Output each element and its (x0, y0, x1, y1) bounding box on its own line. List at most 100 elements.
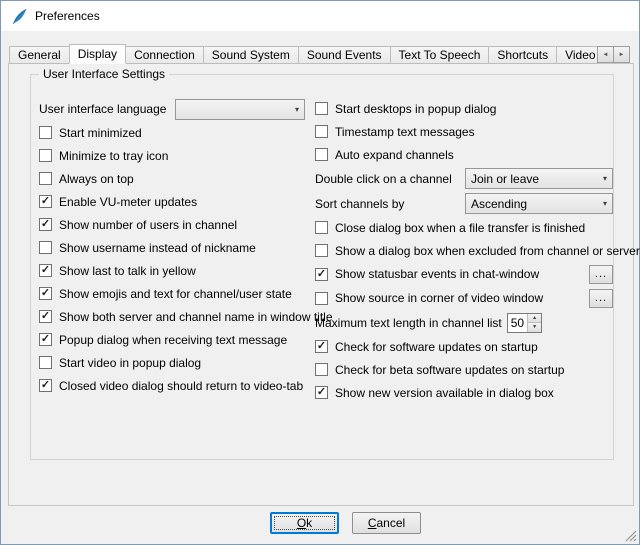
language-combobox[interactable]: ▾ (175, 99, 305, 120)
sort-channels-combobox[interactable]: Ascending ▾ (465, 193, 613, 214)
checkbox-label: Minimize to tray icon (59, 149, 168, 163)
app-feather-icon (11, 8, 28, 25)
tab-label: Display (78, 47, 117, 61)
cancel-button[interactable]: Cancel (352, 512, 421, 534)
spinbox-value[interactable]: 50 (508, 314, 527, 332)
combobox-value: Ascending (471, 197, 527, 211)
checkbox-video-return-tab[interactable]: ✓Closed video dialog should return to vi… (39, 374, 305, 397)
checkbox-label: Close dialog box when a file transfer is… (335, 221, 585, 235)
chevron-down-icon: ▾ (289, 105, 299, 114)
tab-general[interactable]: General (9, 46, 70, 64)
checkbox-box: ✓ (39, 264, 52, 277)
checkbox-box (39, 356, 52, 369)
spin-down-button[interactable]: ▼ (528, 322, 541, 332)
checkbox-statusbar-events[interactable]: ✓ Show statusbar events in chat-window .… (315, 262, 613, 286)
ok-button-label: Ok (297, 516, 312, 530)
sort-channels-row: Sort channels by Ascending ▾ (315, 191, 613, 216)
checkbox-emojis-text-state[interactable]: ✓ Show emojis and text for channel/user s… (39, 282, 305, 305)
tab-label: Text To Speech (399, 48, 481, 62)
checkbox-label: Show emojis and text for channel/user st… (59, 287, 292, 301)
checkbox-video-popup-dialog[interactable]: Start video in popup dialog (39, 351, 305, 374)
resize-grip[interactable] (624, 529, 637, 542)
tab-scroll-right-button[interactable]: ► (613, 46, 630, 63)
ok-button[interactable]: Ok (270, 512, 339, 534)
tab-label: Shortcuts (497, 48, 548, 62)
checkbox-last-to-talk-yellow[interactable]: ✓ Show last to talk in yellow (39, 259, 305, 282)
checkbox-vu-meter-updates[interactable]: ✓Enable VU-meter updates (39, 190, 305, 213)
checkbox-label: Start video in popup dialog (59, 356, 201, 370)
max-text-length-spinbox[interactable]: 50 ▲ ▼ (507, 313, 542, 333)
checkbox-show-new-version-dialog[interactable]: ✓Show new version available in dialog bo… (315, 381, 613, 404)
checkbox-box: ✓ (39, 287, 52, 300)
checkbox-always-on-top[interactable]: Always on top (39, 167, 305, 190)
checkbox-box: ✓ (315, 340, 328, 353)
left-column: User interface language ▾ Start minimize… (39, 97, 305, 397)
checkbox-box: ✓ (39, 218, 52, 231)
ellipsis-label: ... (595, 293, 607, 304)
checkbox-show-user-count[interactable]: ✓ Show number of users in channel (39, 213, 305, 236)
checkbox-label: Show a dialog box when excluded from cha… (335, 244, 640, 258)
checkbox-timestamp-messages[interactable]: Timestamp text messages (315, 120, 613, 143)
tab-connection[interactable]: Connection (125, 46, 204, 64)
checkbox-server-channel-in-title[interactable]: ✓Show both server and channel name in wi… (39, 305, 305, 328)
checkbox-username-instead-nickname[interactable]: Show username instead of nickname (39, 236, 305, 259)
checkbox-box: ✓ (39, 195, 52, 208)
tab-scroll-left-button[interactable]: ◄ (597, 46, 614, 63)
checkbox-box (39, 172, 52, 185)
language-label: User interface language (39, 102, 166, 116)
checkbox-box: ✓ (39, 379, 52, 392)
tab-video[interactable]: Video (556, 46, 599, 64)
checkbox-box (39, 126, 52, 139)
checkbox-box: ✓ (315, 386, 328, 399)
checkbox-box (315, 244, 328, 257)
chevron-down-icon: ▾ (597, 174, 607, 183)
max-text-length-row: Maximum text length in channel list 50 ▲… (315, 310, 613, 335)
checkbox-start-minimized[interactable]: Start minimized (39, 121, 305, 144)
user-interface-settings-group: User Interface Settings User interface l… (30, 74, 614, 460)
spinbox-buttons: ▲ ▼ (527, 314, 541, 332)
group-title: User Interface Settings (39, 67, 169, 81)
checkbox-label: Check for beta software updates on start… (335, 363, 564, 377)
sort-channels-label: Sort channels by (315, 197, 404, 211)
tab-scroll-control: ◄ ► (598, 46, 632, 63)
tab-text-to-speech[interactable]: Text To Speech (390, 46, 490, 64)
chevron-down-icon: ▾ (597, 199, 607, 208)
title-bar[interactable]: Preferences (1, 1, 639, 31)
checkbox-label: Show source in corner of video window (335, 291, 543, 305)
arrow-left-icon: ◄ (603, 52, 609, 58)
video-source-more-button[interactable]: ... (589, 289, 613, 308)
checkbox-check-updates[interactable]: ✓Check for software updates on startup (315, 335, 613, 358)
display-tab-pane: User Interface Settings User interface l… (8, 63, 634, 506)
cancel-button-label: Cancel (368, 516, 405, 530)
checkbox-check-beta-updates[interactable]: Check for beta software updates on start… (315, 358, 613, 381)
ellipsis-label: ... (595, 269, 607, 280)
checkbox-box (315, 125, 328, 138)
tab-label: Sound Events (307, 48, 382, 62)
tab-sound-system[interactable]: Sound System (203, 46, 299, 64)
language-row: User interface language ▾ (39, 97, 305, 121)
statusbar-events-more-button[interactable]: ... (589, 265, 613, 284)
tab-shortcuts[interactable]: Shortcuts (488, 46, 557, 64)
tab-display[interactable]: Display (69, 44, 126, 64)
checkbox-dialog-when-excluded[interactable]: Show a dialog box when excluded from cha… (315, 239, 613, 262)
tab-sound-events[interactable]: Sound Events (298, 46, 391, 64)
double-click-channel-combobox[interactable]: Join or leave ▾ (465, 168, 613, 189)
checkbox-auto-expand-channels[interactable]: Auto expand channels (315, 143, 613, 166)
combobox-value: Join or leave (471, 172, 539, 186)
checkbox-box (315, 221, 328, 234)
checkbox-label: Show number of users in channel (59, 218, 237, 232)
checkbox-video-source-corner[interactable]: Show source in corner of video window ..… (315, 286, 613, 310)
tab-label: General (18, 48, 61, 62)
checkbox-label: Show statusbar events in chat-window (335, 267, 539, 281)
checkbox-label: Show last to talk in yellow (59, 264, 196, 278)
arrow-right-icon: ► (619, 52, 625, 58)
checkbox-label: Start desktops in popup dialog (335, 102, 496, 116)
checkbox-popup-text-message[interactable]: ✓Popup dialog when receiving text messag… (39, 328, 305, 351)
caret-down-icon: ▼ (532, 324, 537, 330)
right-column: Start desktops in popup dialog Timestamp… (315, 97, 613, 404)
checkbox-minimize-to-tray[interactable]: Minimize to tray icon (39, 144, 305, 167)
checkbox-desktops-popup[interactable]: Start desktops in popup dialog (315, 97, 613, 120)
checkbox-close-on-file-transfer[interactable]: Close dialog box when a file transfer is… (315, 216, 613, 239)
spin-up-button[interactable]: ▲ (528, 314, 541, 323)
checkbox-box (315, 292, 328, 305)
